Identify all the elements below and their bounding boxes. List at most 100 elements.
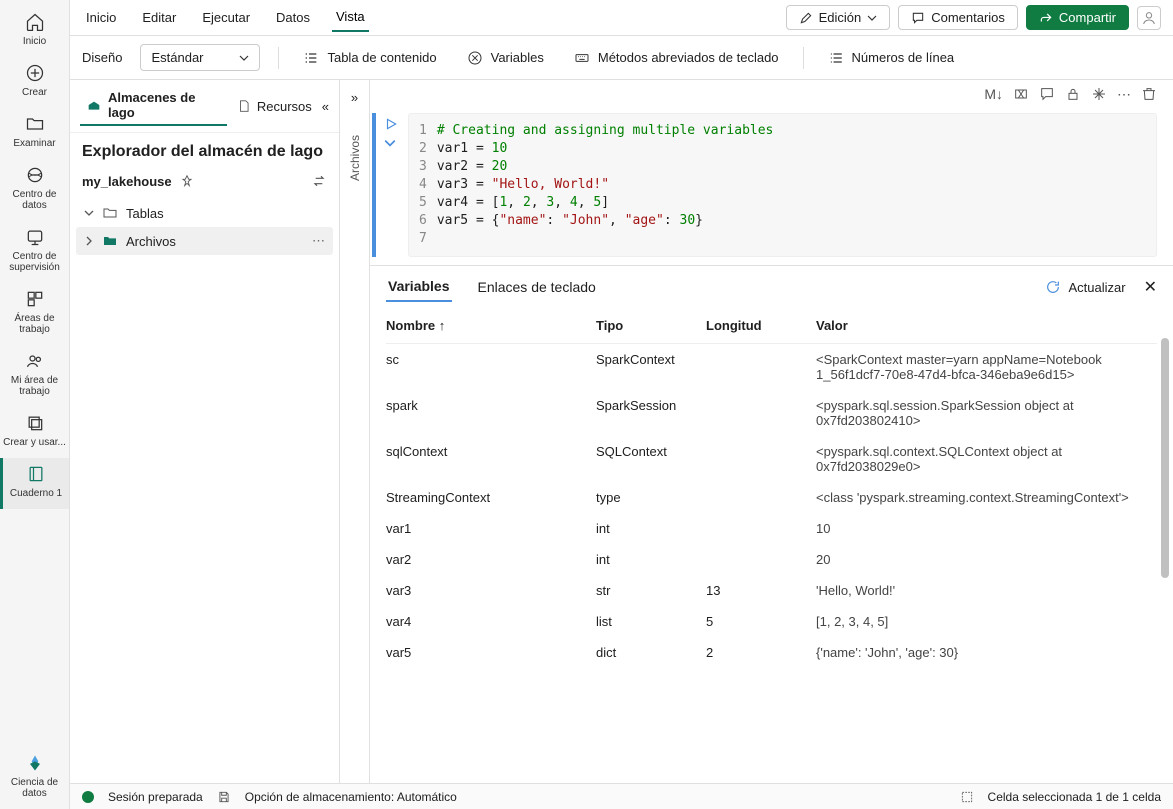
btn-label: Variables <box>491 50 544 65</box>
statusbar: Sesión preparada Opción de almacenamient… <box>70 783 1173 809</box>
table-row[interactable]: sqlContextSQLContext<pyspark.sql.context… <box>386 436 1157 482</box>
menu-datos[interactable]: Datos <box>272 4 314 31</box>
table-row[interactable]: StreamingContexttype<class 'pyspark.stre… <box>386 482 1157 513</box>
freeze-icon[interactable] <box>1091 86 1107 105</box>
variable-icon <box>467 50 483 66</box>
archivos-vertical-label[interactable]: Archivos <box>348 135 362 181</box>
btn-label: Comentarios <box>931 10 1005 25</box>
col-valor[interactable]: Valor <box>816 318 1157 333</box>
comentarios-button[interactable]: Comentarios <box>898 5 1018 30</box>
nav-ciencia-datos[interactable]: Ciencia de datos <box>0 747 69 809</box>
nav-areas-trabajo[interactable]: Áreas de trabajo <box>0 283 69 345</box>
compartir-button[interactable]: Compartir <box>1026 5 1129 30</box>
btn-label: Edición <box>819 10 862 25</box>
folder-icon <box>102 205 118 221</box>
table-row[interactable]: scSparkContext<SparkContext master=yarn … <box>386 344 1157 390</box>
expand-tab-icon[interactable]: » <box>351 90 358 105</box>
nav-crear[interactable]: Crear <box>0 57 69 108</box>
metodos-button[interactable]: Métodos abreviados de teclado <box>568 46 785 70</box>
cell-selected-bar <box>372 113 376 257</box>
share-icon <box>1039 11 1053 25</box>
tab-almacenes[interactable]: Almacenes de lago <box>80 86 227 126</box>
delete-cell-icon[interactable] <box>1141 86 1157 105</box>
sort-icon[interactable]: ↑ <box>439 318 446 333</box>
tree-more-icon[interactable]: ⋯ <box>312 233 325 249</box>
btn-label: Actualizar <box>1069 280 1126 295</box>
storage-status[interactable]: Opción de almacenamiento: Automático <box>245 790 457 804</box>
avatar-button[interactable] <box>1137 6 1161 30</box>
collapse-explorer-icon[interactable]: « <box>322 99 329 114</box>
col-nombre[interactable]: Nombre <box>386 318 435 333</box>
nav-label: Inicio <box>23 36 46 47</box>
menu-ejecutar[interactable]: Ejecutar <box>198 4 254 31</box>
nav-examinar[interactable]: Examinar <box>0 108 69 159</box>
nav-centro-supervision[interactable]: Centro de supervisión <box>0 221 69 283</box>
menu-editar[interactable]: Editar <box>138 4 180 31</box>
swap-icon[interactable] <box>311 173 327 189</box>
nav-centro-datos[interactable]: Centro de datos <box>0 159 69 221</box>
edicion-button[interactable]: Edición <box>786 5 891 30</box>
estandar-dropdown[interactable]: Estándar <box>140 44 260 71</box>
chevron-down-icon <box>867 13 877 23</box>
table-row[interactable]: var4list5[1, 2, 3, 4, 5] <box>386 606 1157 637</box>
cell-more-icon[interactable]: ⋯ <box>1117 86 1131 105</box>
panel-tab-variables[interactable]: Variables <box>386 272 452 302</box>
nav-label: Mi área de trabajo <box>2 375 67 397</box>
tab-label: Recursos <box>257 99 312 114</box>
close-panel-icon[interactable]: ✕ <box>1144 277 1157 297</box>
code-cell[interactable]: 1234567 # Creating and assigning multipl… <box>370 111 1173 265</box>
save-icon[interactable] <box>217 790 231 804</box>
lock-icon[interactable] <box>1065 86 1081 105</box>
cell-selection-icon <box>960 790 974 804</box>
table-row[interactable]: sparkSparkSession<pyspark.sql.session.Sp… <box>386 390 1157 436</box>
table-header: Nombre ↑ Tipo Longitud Valor <box>386 308 1157 344</box>
table-row[interactable]: var5dict2{'name': 'John', 'age': 30} <box>386 637 1157 668</box>
nav-label: Ciencia de datos <box>2 777 67 799</box>
code-content[interactable]: # Creating and assigning multiple variab… <box>437 122 774 248</box>
code-gutter: 1234567 <box>409 122 437 248</box>
variables-table[interactable]: Nombre ↑ Tipo Longitud Valor scSparkCont… <box>370 308 1173 783</box>
session-status[interactable]: Sesión preparada <box>108 790 203 804</box>
table-row[interactable]: var1int10 <box>386 513 1157 544</box>
onelake-icon <box>25 165 45 185</box>
menu-inicio[interactable]: Inicio <box>82 4 120 31</box>
lakehouse-row[interactable]: my_lakehouse <box>70 167 339 195</box>
variables-button[interactable]: Variables <box>461 46 550 70</box>
tree-tablas[interactable]: Tablas <box>76 199 333 227</box>
tree-label: Tablas <box>126 206 164 221</box>
scrollbar[interactable] <box>1161 338 1169 578</box>
run-cell-icon[interactable] <box>384 117 398 131</box>
comment-cell-icon[interactable] <box>1039 86 1055 105</box>
pin-icon[interactable] <box>180 174 194 188</box>
tab-label: Almacenes de lago <box>108 90 221 120</box>
status-ready-icon <box>82 791 94 803</box>
home-icon <box>25 12 45 32</box>
run-options-icon[interactable] <box>384 137 396 149</box>
folder-filled-icon <box>102 233 118 249</box>
lakehouse-icon <box>86 97 102 113</box>
tree-archivos[interactable]: Archivos ⋯ <box>76 227 333 255</box>
tabla-contenido-button[interactable]: Tabla de contenido <box>297 46 442 70</box>
markdown-toggle-icon[interactable]: M↓ <box>984 86 1003 105</box>
tree-label: Archivos <box>126 234 176 249</box>
cell-status: Celda seleccionada 1 de 1 celda <box>988 790 1161 804</box>
actualizar-button[interactable]: Actualizar <box>1039 275 1132 299</box>
table-row[interactable]: var2int20 <box>386 544 1157 575</box>
nav-crear-usar[interactable]: Crear y usar... <box>0 407 69 458</box>
nav-mi-area[interactable]: Mi área de trabajo <box>0 345 69 407</box>
explorer-title: Explorador del almacén de lago <box>70 133 339 167</box>
nav-cuaderno[interactable]: Cuaderno 1 <box>0 458 69 509</box>
col-tipo[interactable]: Tipo <box>596 318 706 333</box>
table-row[interactable]: var3str13'Hello, World!' <box>386 575 1157 606</box>
chevron-right-icon <box>84 236 94 246</box>
keyboard-icon <box>574 50 590 66</box>
list-icon <box>303 50 319 66</box>
panel-tab-enlaces[interactable]: Enlaces de teclado <box>476 273 598 301</box>
nav-inicio[interactable]: Inicio <box>0 6 69 57</box>
numeros-linea-button[interactable]: Números de línea <box>822 46 961 70</box>
menu-vista[interactable]: Vista <box>332 3 369 32</box>
workspaces-icon <box>25 289 45 309</box>
tab-recursos[interactable]: Recursos <box>231 95 318 118</box>
col-longitud[interactable]: Longitud <box>706 318 816 333</box>
clear-output-icon[interactable] <box>1013 86 1029 105</box>
